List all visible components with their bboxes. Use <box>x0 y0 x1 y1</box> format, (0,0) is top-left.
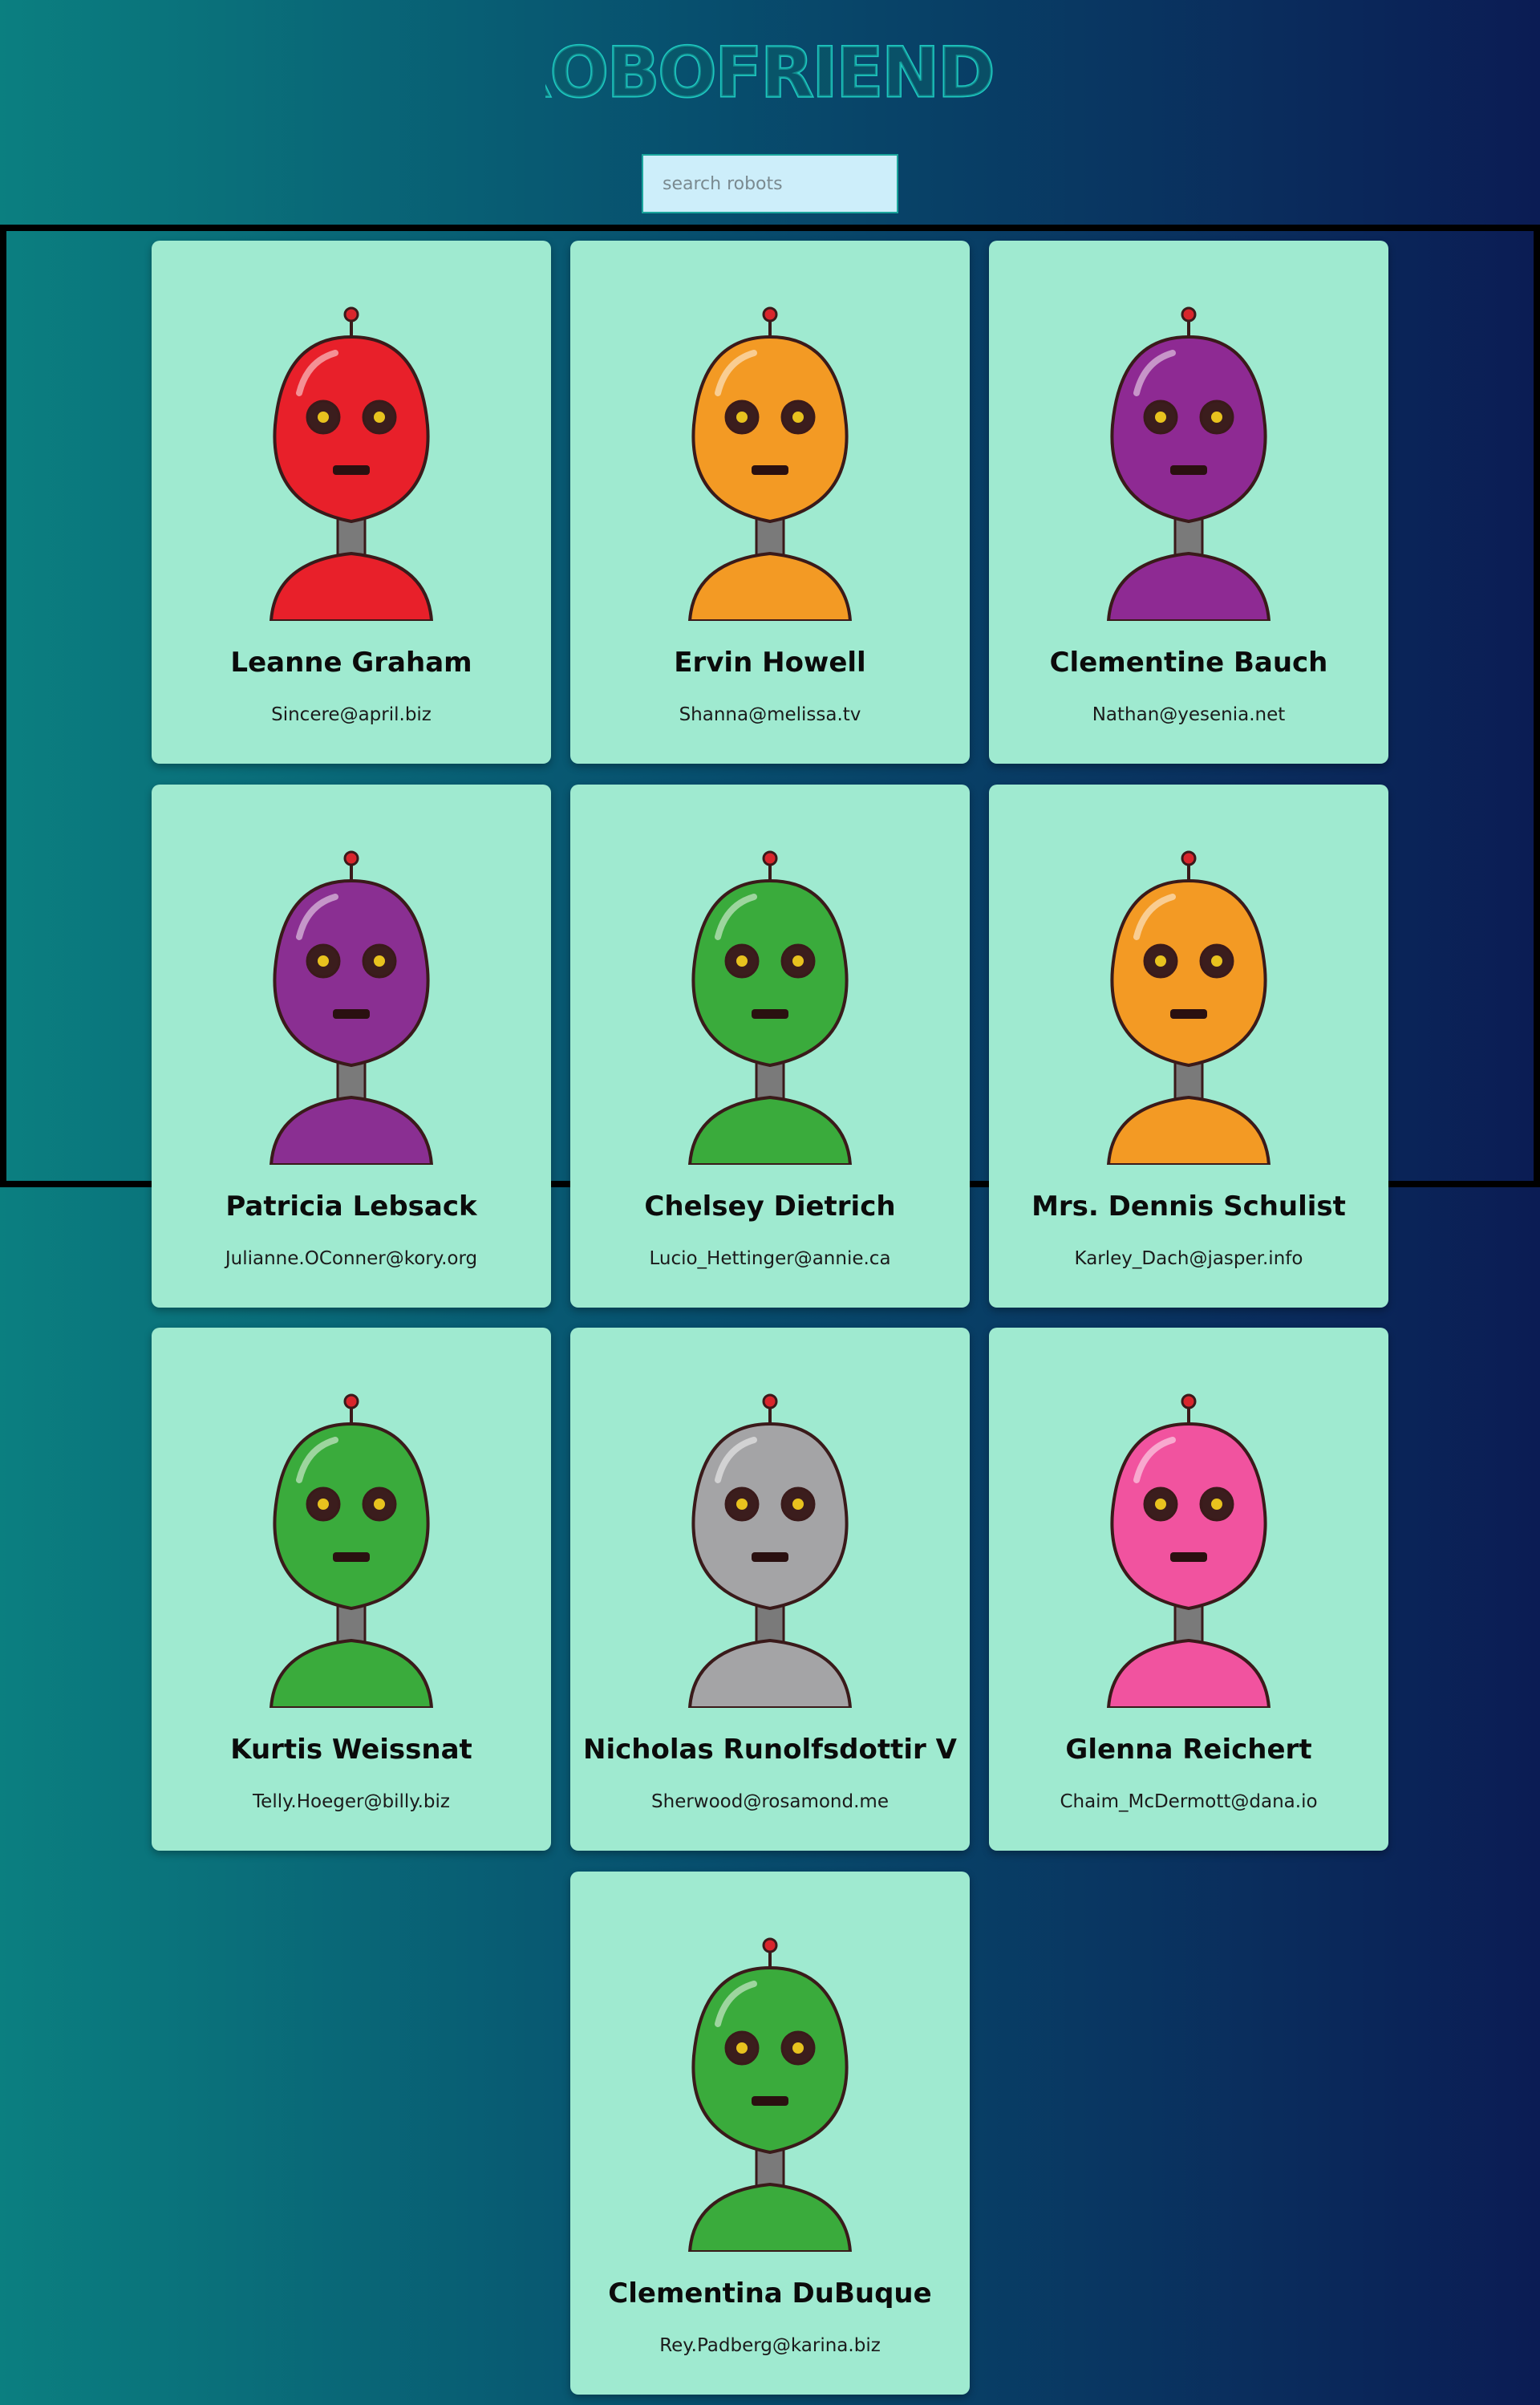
robot-card: Ervin Howell Shanna@melissa.tv <box>570 241 970 764</box>
robot-avatar-image <box>687 1937 853 2252</box>
robot-card: Clementina DuBuque Rey.Padberg@karina.bi… <box>570 1872 970 2395</box>
robot-email: Nathan@yesenia.net <box>1092 704 1286 725</box>
robot-email: Sincere@april.biz <box>271 704 432 725</box>
robot-email: Julianne.OConner@kory.org <box>225 1248 478 1269</box>
robot-card: Leanne Graham Sincere@april.biz <box>152 241 551 764</box>
robot-name: Kurtis Weissnat <box>230 1734 472 1766</box>
robot-name: Chelsey Dietrich <box>644 1190 896 1223</box>
search-input[interactable] <box>642 154 898 213</box>
robot-card: Glenna Reichert Chaim_McDermott@dana.io <box>989 1328 1388 1851</box>
robot-email: Lucio_Hettinger@annie.ca <box>649 1248 891 1269</box>
app-title-logo: ROBOFRIENDS ROBOFRIENDS <box>545 34 995 111</box>
app-title: ROBOFRIENDS ROBOFRIENDS <box>0 34 1540 111</box>
robot-name: Mrs. Dennis Schulist <box>1031 1190 1346 1223</box>
robot-avatar-image <box>269 850 434 1165</box>
robot-card: Kurtis Weissnat Telly.Hoeger@billy.biz <box>152 1328 551 1851</box>
robot-avatar-image <box>687 850 853 1165</box>
robot-avatar-image <box>687 1393 853 1708</box>
robot-name: Ervin Howell <box>674 647 866 679</box>
robot-card: Nicholas Runolfsdottir V Sherwood@rosamo… <box>570 1328 970 1851</box>
robot-email: Shanna@melissa.tv <box>679 704 861 725</box>
robot-name: Leanne Graham <box>230 647 472 679</box>
robot-name: Nicholas Runolfsdottir V <box>583 1734 957 1766</box>
robot-avatar-image <box>1106 850 1271 1165</box>
robot-email: Karley_Dach@jasper.info <box>1074 1248 1303 1269</box>
robot-card: Patricia Lebsack Julianne.OConner@kory.o… <box>152 785 551 1308</box>
robot-email: Rey.Padberg@karina.biz <box>659 2335 881 2356</box>
robot-name: Glenna Reichert <box>1065 1734 1312 1766</box>
robot-avatar-image <box>269 1393 434 1708</box>
robot-card: Chelsey Dietrich Lucio_Hettinger@annie.c… <box>570 785 970 1308</box>
robot-avatar-image <box>269 306 434 621</box>
robot-card: Clementine Bauch Nathan@yesenia.net <box>989 241 1388 764</box>
robot-name: Clementine Bauch <box>1049 647 1328 679</box>
robot-name: Patricia Lebsack <box>225 1190 477 1223</box>
robot-avatar-image <box>1106 306 1271 621</box>
robot-email: Chaim_McDermott@dana.io <box>1060 1791 1318 1812</box>
app-title-fill: ROBOFRIENDS <box>545 34 995 111</box>
robot-email: Sherwood@rosamond.me <box>651 1791 889 1812</box>
robot-email: Telly.Hoeger@billy.biz <box>253 1791 450 1812</box>
robot-name: Clementina DuBuque <box>608 2277 932 2310</box>
robot-avatar-image <box>1106 1393 1271 1708</box>
robot-card: Mrs. Dennis Schulist Karley_Dach@jasper.… <box>989 785 1388 1308</box>
robot-avatar-image <box>687 306 853 621</box>
